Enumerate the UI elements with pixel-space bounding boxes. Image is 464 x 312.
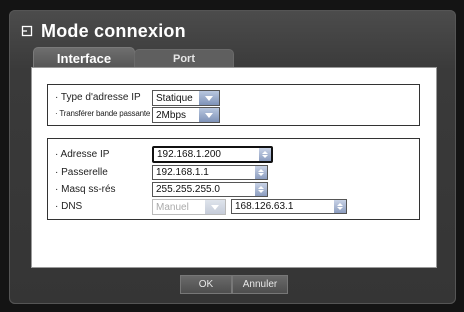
ip-type-group: · Type d'adresse IP Statique · Transfére… <box>47 84 420 126</box>
dns-field[interactable]: 168.126.63.1 <box>231 199 347 214</box>
spinner-icon[interactable] <box>255 166 267 179</box>
gateway-label: · Passerelle <box>55 167 108 178</box>
mask-label: · Masq ss-rés <box>55 184 116 195</box>
network-icon <box>21 25 33 37</box>
dialog-title: Mode connexion <box>41 20 186 41</box>
bandwidth-label: · Transférer bande passante <box>55 109 151 118</box>
dns-row: · DNS <box>55 201 82 212</box>
ip-address-value: 192.168.1.200 <box>157 149 221 160</box>
dns-mode-select: Manuel <box>152 199 226 215</box>
spinner-icon[interactable] <box>259 148 271 161</box>
tab-port[interactable]: Port <box>134 49 234 68</box>
chevron-down-icon <box>199 108 219 122</box>
spinner-icon[interactable] <box>255 183 267 196</box>
network-settings-group: · Adresse IP 192.168.1.200 · Passerelle … <box>47 138 420 220</box>
gateway-field[interactable]: 192.168.1.1 <box>152 165 268 180</box>
ip-address-field[interactable]: 192.168.1.200 <box>152 146 273 163</box>
screen-frame: Mode connexion Interface Port · Type d'a… <box>0 0 464 312</box>
mask-field[interactable]: 255.255.255.0 <box>152 182 268 197</box>
mask-value: 255.255.255.0 <box>156 184 220 195</box>
chevron-down-icon <box>199 91 219 105</box>
gateway-value: 192.168.1.1 <box>156 167 209 178</box>
chevron-down-icon <box>205 200 225 214</box>
ip-address-row: · Adresse IP <box>55 149 109 160</box>
dns-label: · DNS <box>55 201 83 212</box>
dialog-title-bar: Mode connexion <box>21 18 186 44</box>
ok-button[interactable]: OK <box>180 275 232 294</box>
dns-mode-value: Manuel <box>156 201 189 213</box>
mask-row: · Masq ss-rés <box>55 184 116 195</box>
tab-interface[interactable]: Interface <box>33 47 135 68</box>
ip-type-label: · Type d'adresse IP <box>55 92 141 103</box>
ip-type-row: · Type d'adresse IP <box>55 92 141 103</box>
spinner-icon[interactable] <box>334 200 346 213</box>
ip-address-label: · Adresse IP <box>55 149 110 160</box>
bandwidth-select[interactable]: 2Mbps <box>152 107 220 123</box>
bandwidth-row: · Transférer bande passante <box>55 109 150 118</box>
cancel-button[interactable]: Annuler <box>232 275 288 294</box>
ip-type-select[interactable]: Statique <box>152 90 220 106</box>
bandwidth-value: 2Mbps <box>156 109 187 121</box>
gateway-row: · Passerelle <box>55 167 108 178</box>
interface-panel: · Type d'adresse IP Statique · Transfére… <box>31 67 437 268</box>
dns-value: 168.126.63.1 <box>235 201 294 212</box>
ip-type-value: Statique <box>156 92 193 104</box>
